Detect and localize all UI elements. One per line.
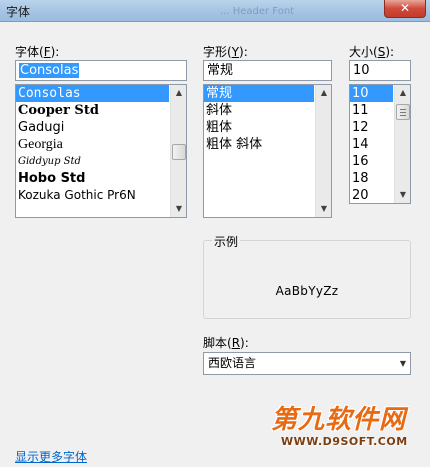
size-item-11[interactable]: 11 xyxy=(350,102,393,119)
chevron-down-icon[interactable]: ▼ xyxy=(400,353,406,374)
sample-title: 示例 xyxy=(212,233,241,250)
font-list-scrollbar[interactable]: ▲ ▼ xyxy=(170,85,186,217)
font-name-input[interactable]: Consolas xyxy=(15,60,187,81)
font-item-cooper-std[interactable]: Cooper Std xyxy=(16,102,169,119)
title-bar[interactable]: 字体 ... Header Font ✕ xyxy=(0,0,430,22)
show-more-fonts-link[interactable]: 显示更多字体 xyxy=(15,448,87,465)
size-item-16[interactable]: 16 xyxy=(350,153,393,170)
window-title: 字体 xyxy=(6,5,31,19)
scroll-down-arrow-icon[interactable]: ▼ xyxy=(395,187,410,203)
font-style-input[interactable]: 常规 xyxy=(203,60,332,81)
style-item-bold-italic[interactable]: 粗体 斜体 xyxy=(204,136,314,153)
style-label: 字形(Y): xyxy=(203,45,248,59)
font-size-list[interactable]: 10 11 12 14 16 18 20 ▲ ▼ xyxy=(349,84,411,204)
scroll-down-arrow-icon[interactable]: ▼ xyxy=(316,201,331,217)
size-item-18[interactable]: 18 xyxy=(350,170,393,187)
font-name-input-value: Consolas xyxy=(19,63,80,78)
scroll-up-arrow-icon[interactable]: ▲ xyxy=(395,85,410,101)
font-size-input[interactable]: 10 xyxy=(349,60,411,81)
scroll-up-arrow-icon[interactable]: ▲ xyxy=(171,85,186,101)
close-button[interactable]: ✕ xyxy=(384,0,426,18)
watermark-url: WWW.D9SOFT.COM xyxy=(281,435,408,448)
size-item-12[interactable]: 12 xyxy=(350,119,393,136)
site-watermark: 第九软件网 WWW.D9SOFT.COM xyxy=(271,399,430,467)
font-label: 字体(F): xyxy=(15,45,60,59)
script-select-value: 西欧语言 xyxy=(208,356,257,370)
size-label: 大小(S): xyxy=(349,45,395,59)
script-label: 脚本(R): xyxy=(203,336,249,350)
font-item-kozuka-gothic[interactable]: Kozuka Gothic Pr6N xyxy=(16,187,169,204)
size-item-10[interactable]: 10 xyxy=(350,85,393,102)
size-item-14[interactable]: 14 xyxy=(350,136,393,153)
scroll-thumb[interactable] xyxy=(396,104,410,120)
font-list-items: Consolas Cooper Std Gadugi Georgia Giddy… xyxy=(16,85,169,217)
font-item-hobo-std[interactable]: Hobo Std xyxy=(16,170,169,187)
style-item-regular[interactable]: 常规 xyxy=(204,85,314,102)
font-item-georgia[interactable]: Georgia xyxy=(16,136,169,153)
background-window-title: ... Header Font xyxy=(220,6,295,17)
watermark-cn: 第九软件网 xyxy=(271,405,407,435)
sample-group: 示例 AaBbYyZz xyxy=(203,233,411,319)
style-item-italic[interactable]: 斜体 xyxy=(204,102,314,119)
size-item-20[interactable]: 20 xyxy=(350,187,393,203)
font-dialog: 字体 ... Header Font ✕ 字体(F): Consolas Con… xyxy=(0,0,430,467)
scroll-up-arrow-icon[interactable]: ▲ xyxy=(316,85,331,101)
thumb-grip xyxy=(400,109,406,110)
font-size-input-value: 10 xyxy=(353,63,370,78)
font-style-list-items: 常规 斜体 粗体 粗体 斜体 xyxy=(204,85,314,217)
font-style-input-value: 常规 xyxy=(207,63,234,78)
thumb-grip xyxy=(400,112,406,113)
script-select[interactable]: 西欧语言 ▼ xyxy=(203,352,411,375)
font-size-scrollbar[interactable]: ▲ ▼ xyxy=(394,85,410,203)
font-size-list-items: 10 11 12 14 16 18 20 xyxy=(350,85,393,203)
scroll-thumb[interactable] xyxy=(172,144,186,160)
font-item-giddyup-std[interactable]: Giddyup Std xyxy=(16,153,169,170)
font-item-consolas[interactable]: Consolas xyxy=(16,85,169,102)
font-list[interactable]: Consolas Cooper Std Gadugi Georgia Giddy… xyxy=(15,84,187,218)
font-style-scrollbar[interactable]: ▲ ▼ xyxy=(315,85,331,217)
sample-text: AaBbYyZz xyxy=(275,284,339,298)
font-item-gadugi[interactable]: Gadugi xyxy=(16,119,169,136)
scroll-down-arrow-icon[interactable]: ▼ xyxy=(171,201,186,217)
style-item-bold[interactable]: 粗体 xyxy=(204,119,314,136)
font-style-list[interactable]: 常规 斜体 粗体 粗体 斜体 ▲ ▼ xyxy=(203,84,332,218)
thumb-grip xyxy=(400,115,406,116)
